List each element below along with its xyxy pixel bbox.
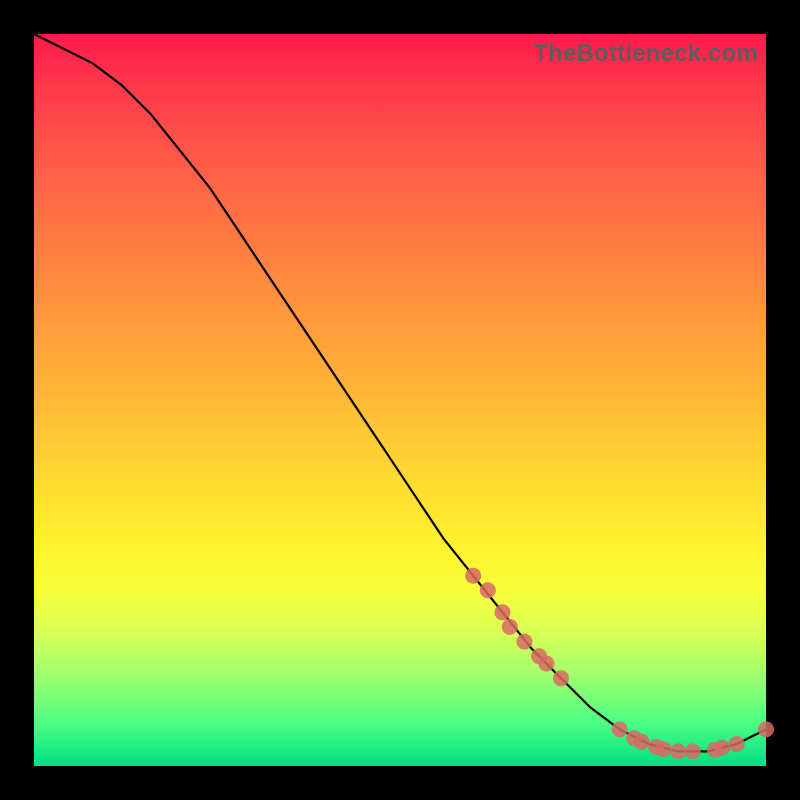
heat-gradient-background [34,34,766,766]
chart-frame: TheBottleneck.com [0,0,800,800]
plot-area: TheBottleneck.com [34,34,766,766]
